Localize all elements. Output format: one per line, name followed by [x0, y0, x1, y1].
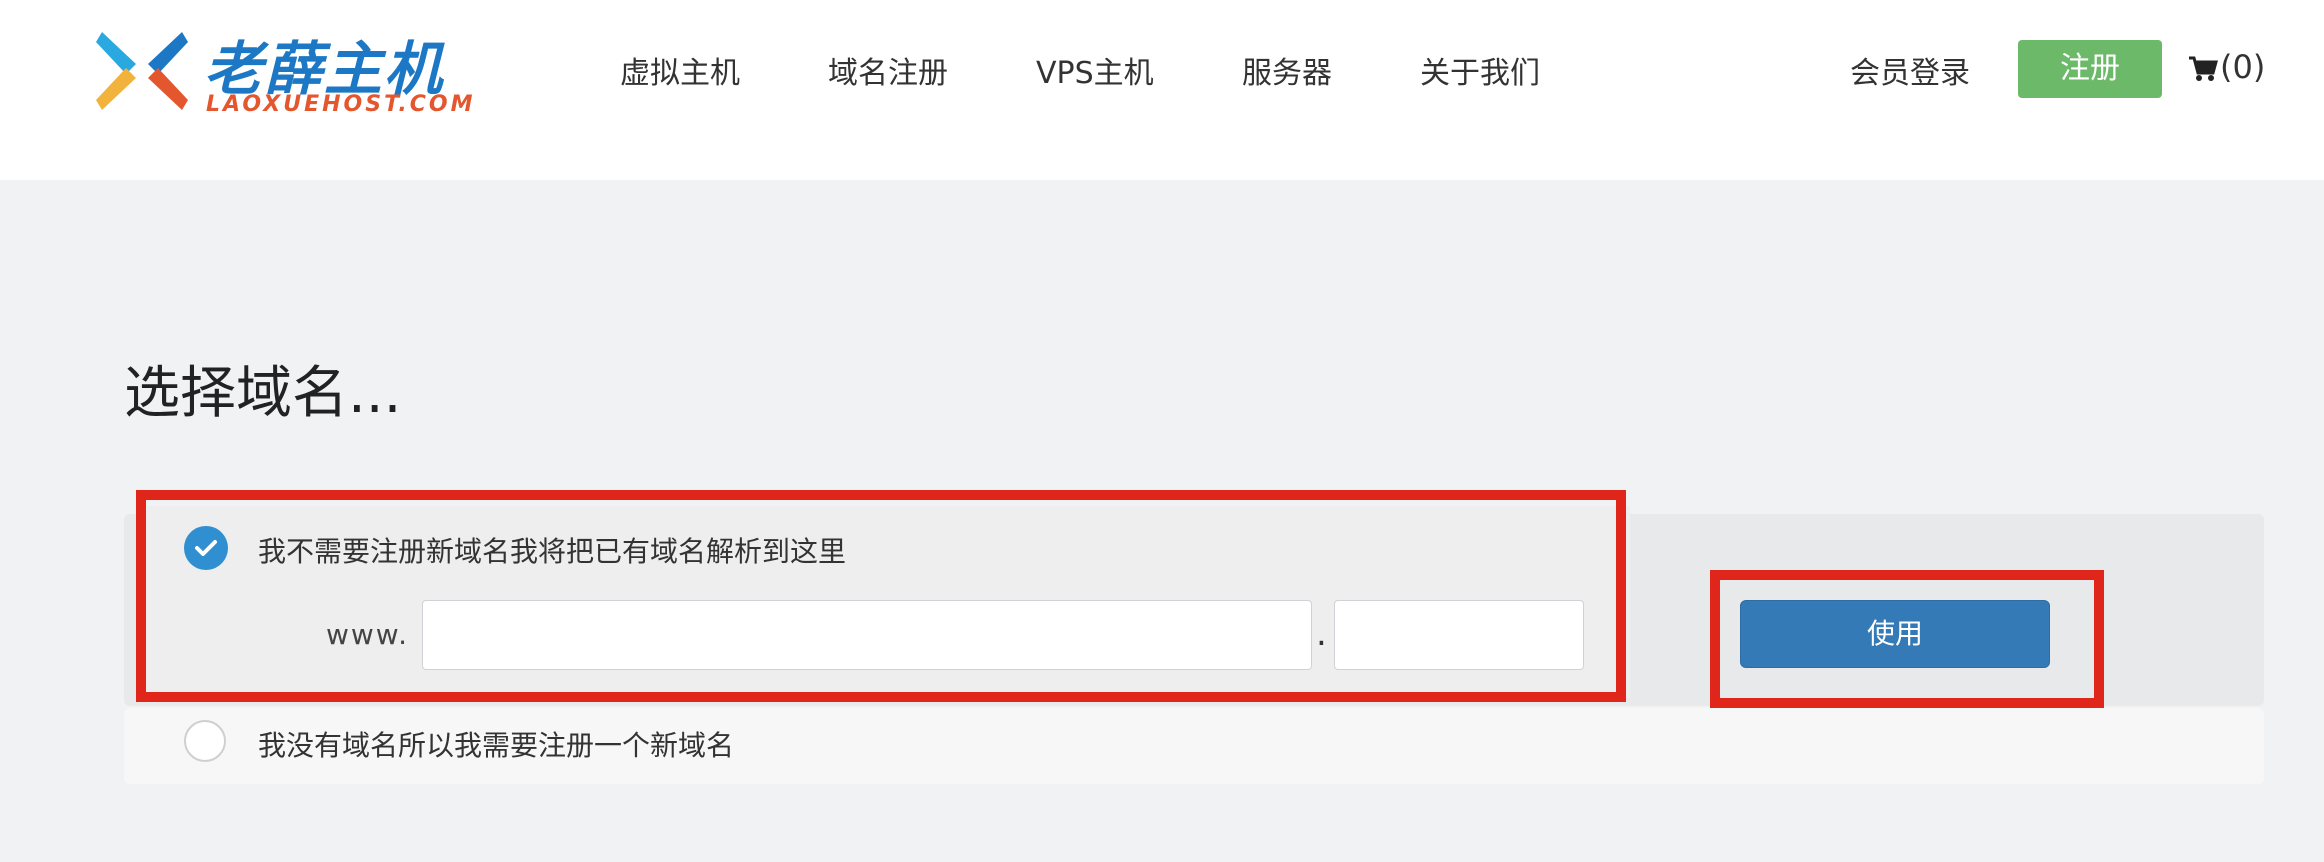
- register-button[interactable]: 注册: [2018, 40, 2162, 98]
- nav-item-about[interactable]: 关于我们: [1420, 48, 1540, 92]
- logo-mark-icon: [96, 32, 188, 110]
- cart-button[interactable]: (0): [2188, 48, 2265, 86]
- member-login-link[interactable]: 会员登录: [1850, 48, 1970, 92]
- nav-item-virtual-host[interactable]: 虚拟主机: [620, 48, 740, 92]
- cart-count: (0): [2220, 48, 2266, 86]
- logo-subtext: LAOXUEHOST.COM: [206, 92, 476, 117]
- site-header: 老薛主机 LAOXUEHOST.COM 虚拟主机 域名注册 VPS主机 服务器 …: [0, 0, 2324, 180]
- site-logo[interactable]: 老薛主机 LAOXUEHOST.COM: [92, 20, 482, 120]
- new-domain-radio[interactable]: [184, 720, 226, 762]
- nav-item-server[interactable]: 服务器: [1242, 48, 1332, 92]
- page-title: 选择域名...: [124, 361, 402, 426]
- nav-item-vps[interactable]: VPS主机: [1036, 48, 1154, 92]
- nav-item-domain-registration[interactable]: 域名注册: [828, 48, 948, 92]
- cart-icon: [2189, 56, 2218, 81]
- new-domain-label[interactable]: 我没有域名所以我需要注册一个新域名: [258, 724, 734, 764]
- highlight-box-use-button: [1710, 570, 2104, 708]
- highlight-box-existing-domain: [136, 490, 1626, 702]
